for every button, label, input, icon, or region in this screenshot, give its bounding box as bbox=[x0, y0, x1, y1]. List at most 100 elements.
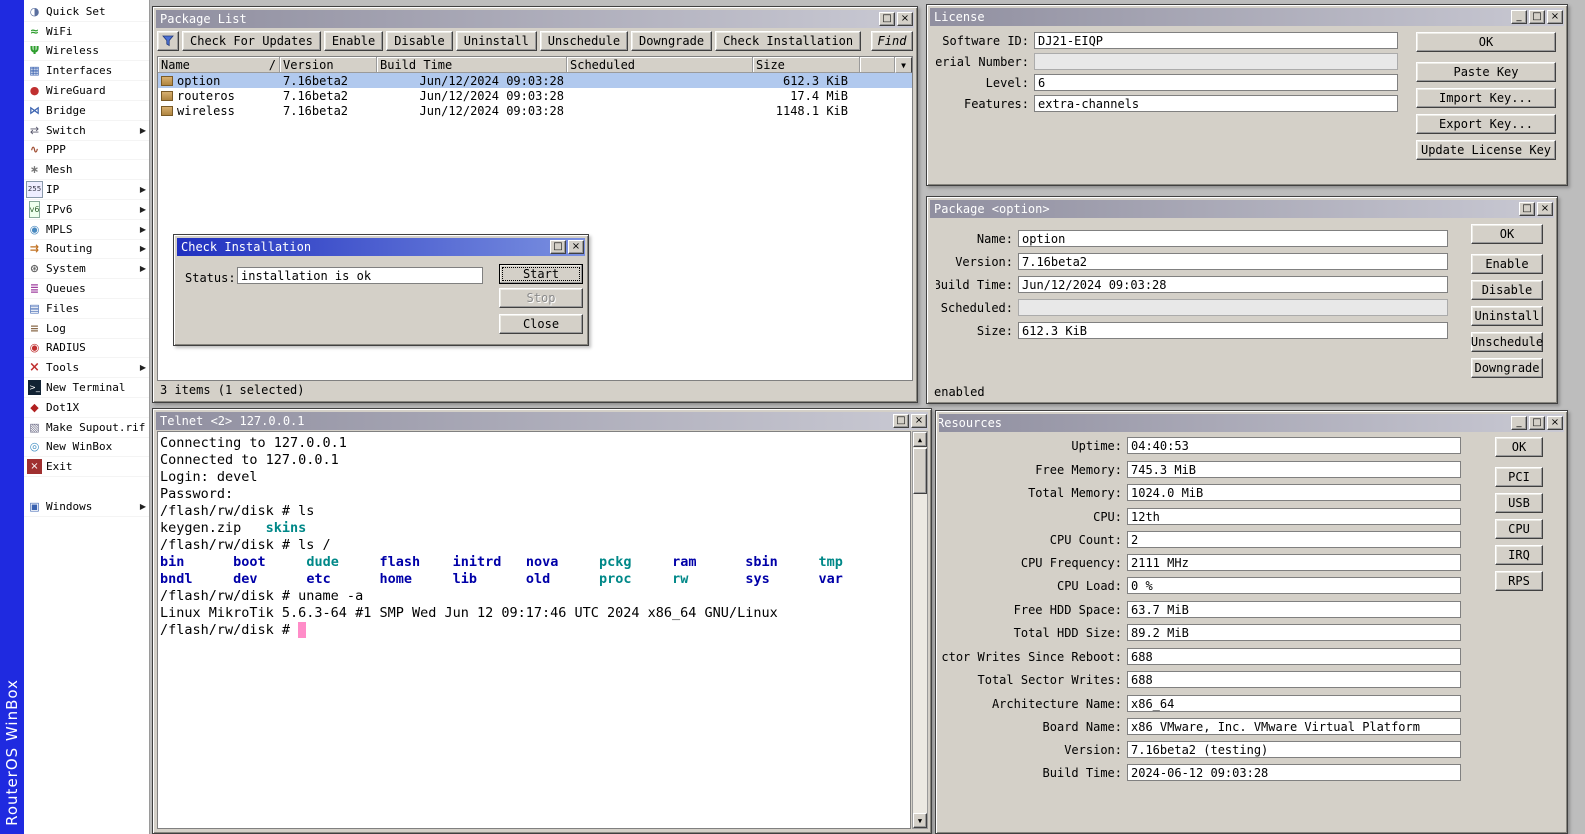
cpu-load-field[interactable]: 0 % bbox=[1127, 577, 1461, 594]
table-row-option[interactable]: option7.16beta2Jun/12/2024 09:03:28612.3… bbox=[158, 73, 912, 88]
usb-button[interactable]: USB bbox=[1495, 493, 1543, 513]
uptime-field[interactable]: 04:40:53 bbox=[1127, 437, 1461, 454]
stop-button[interactable]: Stop bbox=[499, 288, 583, 308]
cpu-field[interactable]: 12th bbox=[1127, 508, 1461, 525]
sidebar-item-new-terminal[interactable]: New Terminal bbox=[24, 378, 149, 398]
titlebar-package-option[interactable]: Package <option> □× bbox=[930, 200, 1554, 218]
sidebar-item-files[interactable]: Files bbox=[24, 299, 149, 319]
column-header-scheduled[interactable]: Scheduled bbox=[567, 57, 753, 73]
total-sector-writes-field[interactable]: 688 bbox=[1127, 671, 1461, 688]
sidebar-item-mesh[interactable]: Mesh bbox=[24, 160, 149, 180]
titlebar-license[interactable]: License _□× bbox=[930, 8, 1564, 26]
table-row-routeros[interactable]: routeros7.16beta2Jun/12/2024 09:03:2817.… bbox=[158, 88, 912, 103]
check-for-updates-button[interactable]: Check For Updates bbox=[182, 31, 321, 51]
downgrade-button[interactable]: Downgrade bbox=[631, 31, 712, 51]
pci-button[interactable]: PCI bbox=[1495, 467, 1543, 487]
maximize-button[interactable]: □ bbox=[879, 12, 895, 26]
sidebar-item-bridge[interactable]: Bridge bbox=[24, 101, 149, 121]
sidebar-item-new-winbox[interactable]: New WinBox bbox=[24, 438, 149, 458]
cpu-count-field[interactable]: 2 bbox=[1127, 531, 1461, 548]
unschedule-button[interactable]: Unschedule bbox=[540, 31, 628, 51]
total-memory-field[interactable]: 1024.0 MiB bbox=[1127, 484, 1461, 501]
close-button[interactable]: × bbox=[897, 12, 913, 26]
level-field[interactable]: 6 bbox=[1034, 74, 1398, 91]
sidebar-item-switch[interactable]: Switch▶ bbox=[24, 121, 149, 141]
irq-button[interactable]: IRQ bbox=[1495, 545, 1543, 565]
update-license-key-button[interactable]: Update License Key bbox=[1416, 140, 1556, 160]
sidebar-item-log[interactable]: Log bbox=[24, 319, 149, 339]
table-row-wireless[interactable]: wireless7.16beta2Jun/12/2024 09:03:28114… bbox=[158, 103, 912, 118]
start-button[interactable]: Start bbox=[499, 264, 583, 284]
build-time-field[interactable]: Jun/12/2024 09:03:28 bbox=[1018, 276, 1448, 293]
sidebar-item-ip[interactable]: IP▶ bbox=[24, 180, 149, 200]
check-installation-button[interactable]: Check Installation bbox=[715, 31, 861, 51]
sidebar-item-system[interactable]: System▶ bbox=[24, 259, 149, 279]
unschedule-button[interactable]: Unschedule bbox=[1471, 332, 1543, 352]
sidebar-item-quick-set[interactable]: Quick Set bbox=[24, 2, 149, 22]
minimize-button[interactable]: _ bbox=[1511, 10, 1527, 24]
disable-button[interactable]: Disable bbox=[386, 31, 453, 51]
downgrade-button[interactable]: Downgrade bbox=[1471, 358, 1543, 378]
titlebar-resources[interactable]: Resources _□× bbox=[939, 414, 1564, 432]
close-button[interactable]: Close bbox=[499, 314, 583, 334]
titlebar-package-list[interactable]: Package List □× bbox=[156, 10, 914, 28]
scrollbar[interactable]: ▲ ▼ bbox=[912, 431, 928, 829]
sidebar-item-ppp[interactable]: PPP bbox=[24, 141, 149, 161]
maximize-button[interactable]: □ bbox=[893, 414, 909, 428]
free-hdd-space-field[interactable]: 63.7 MiB bbox=[1127, 601, 1461, 618]
sidebar-item-make-supout-rif[interactable]: Make Supout.rif bbox=[24, 418, 149, 438]
column-header-build-time[interactable]: Build Time bbox=[377, 57, 567, 73]
total-hdd-size-field[interactable]: 89.2 MiB bbox=[1127, 624, 1461, 641]
maximize-button[interactable]: □ bbox=[1529, 10, 1545, 24]
titlebar-check-installation[interactable]: Check Installation □× bbox=[177, 238, 585, 256]
uninstall-button[interactable]: Uninstall bbox=[1471, 306, 1543, 326]
sidebar-item-wifi[interactable]: WiFi bbox=[24, 22, 149, 42]
column-header-name[interactable]: Name/ bbox=[158, 57, 280, 73]
filter-button[interactable] bbox=[157, 31, 179, 51]
disable-button[interactable]: Disable bbox=[1471, 280, 1543, 300]
find-button[interactable]: Find bbox=[871, 31, 913, 51]
size-field[interactable]: 612.3 KiB bbox=[1018, 322, 1448, 339]
close-button[interactable]: × bbox=[1537, 202, 1553, 216]
ok-button[interactable]: OK bbox=[1495, 437, 1543, 457]
scroll-up-button[interactable]: ▲ bbox=[913, 432, 927, 447]
sidebar-item-wireless[interactable]: Wireless bbox=[24, 42, 149, 62]
sidebar-item-wireguard[interactable]: WireGuard bbox=[24, 81, 149, 101]
scheduled-field[interactable] bbox=[1018, 299, 1448, 316]
paste-key-button[interactable]: Paste Key bbox=[1416, 62, 1556, 82]
sidebar-item-radius[interactable]: RADIUS bbox=[24, 339, 149, 359]
sidebar-item-interfaces[interactable]: Interfaces bbox=[24, 61, 149, 81]
sidebar-item-exit[interactable]: Exit bbox=[24, 457, 149, 477]
sidebar-item-ipv6[interactable]: IPv6▶ bbox=[24, 200, 149, 220]
minimize-button[interactable]: _ bbox=[1511, 416, 1527, 430]
board-name-field[interactable]: x86 VMware, Inc. VMware Virtual Platform bbox=[1127, 718, 1461, 735]
terminal-screen[interactable]: Connecting to 127.0.0.1Connected to 127.… bbox=[157, 431, 911, 829]
cpu-frequency-field[interactable]: 2111 MHz bbox=[1127, 554, 1461, 571]
sidebar-item-dot1x[interactable]: Dot1X bbox=[24, 398, 149, 418]
name-field[interactable]: option bbox=[1018, 230, 1448, 247]
serial-number-field[interactable] bbox=[1034, 53, 1398, 70]
free-memory-field[interactable]: 745.3 MiB bbox=[1127, 461, 1461, 478]
sidebar-item-windows[interactable]: Windows▶ bbox=[24, 497, 149, 517]
maximize-button[interactable]: □ bbox=[1529, 416, 1545, 430]
ok-button[interactable]: OK bbox=[1416, 32, 1556, 52]
version-field[interactable]: 7.16beta2 (testing) bbox=[1127, 741, 1461, 758]
enable-button[interactable]: Enable bbox=[324, 31, 383, 51]
scroll-down-button[interactable]: ▼ bbox=[913, 813, 927, 828]
ok-button[interactable]: OK bbox=[1471, 224, 1543, 244]
sector-writes-since-reboot-field[interactable]: 688 bbox=[1127, 648, 1461, 665]
column-options-button[interactable]: ▼ bbox=[895, 57, 912, 73]
rps-button[interactable]: RPS bbox=[1495, 571, 1543, 591]
sidebar-item-queues[interactable]: Queues bbox=[24, 279, 149, 299]
sidebar-item-tools[interactable]: Tools▶ bbox=[24, 358, 149, 378]
software-id-field[interactable]: DJ21-EIQP bbox=[1034, 32, 1398, 49]
close-button[interactable]: × bbox=[1547, 10, 1563, 24]
sidebar-item-routing[interactable]: Routing▶ bbox=[24, 240, 149, 260]
status-field[interactable]: installation is ok bbox=[237, 267, 483, 284]
import-key-button[interactable]: Import Key... bbox=[1416, 88, 1556, 108]
titlebar-telnet[interactable]: Telnet <2> 127.0.0.1 □× bbox=[156, 412, 928, 430]
enable-button[interactable]: Enable bbox=[1471, 254, 1543, 274]
scroll-thumb[interactable] bbox=[913, 448, 927, 494]
sidebar-item-mpls[interactable]: MPLS▶ bbox=[24, 220, 149, 240]
architecture-name-field[interactable]: x86_64 bbox=[1127, 695, 1461, 712]
